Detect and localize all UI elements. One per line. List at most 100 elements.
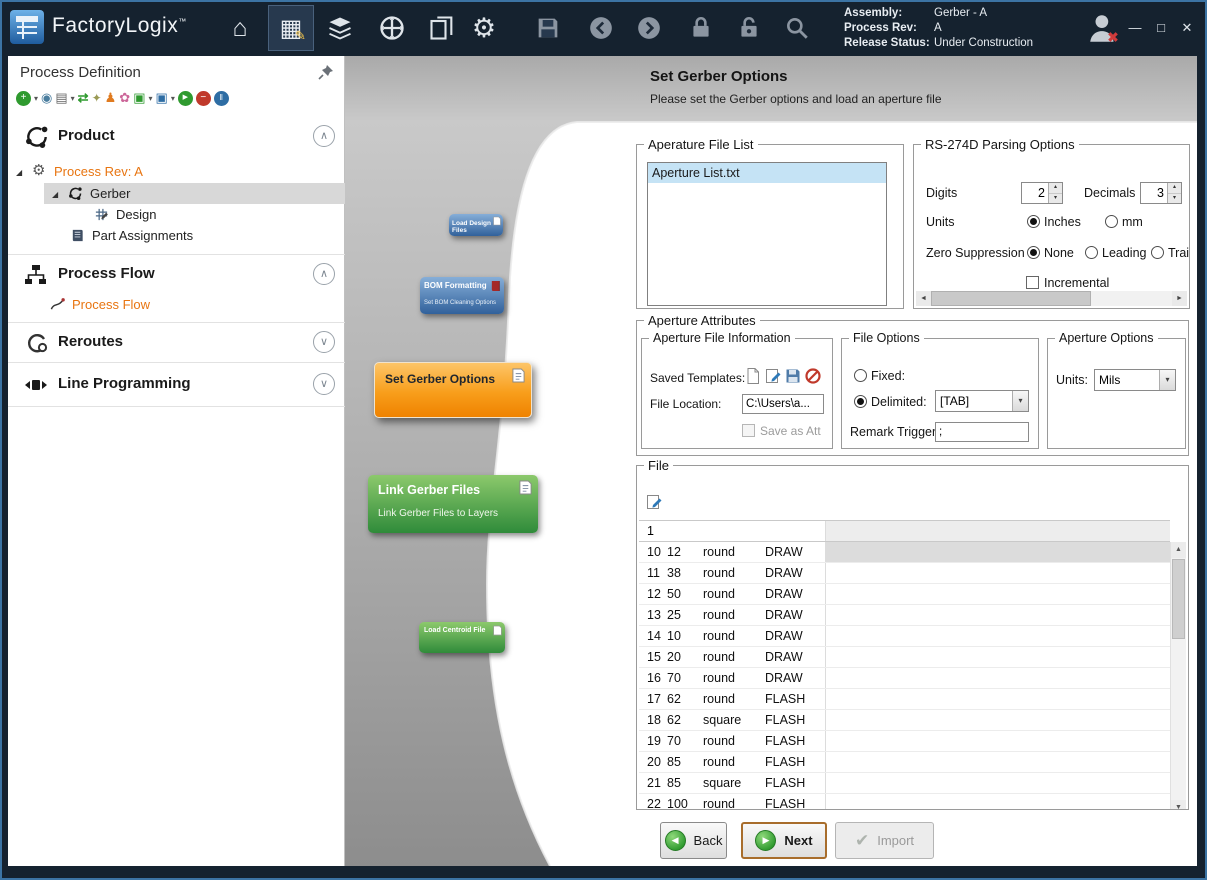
layers-icon[interactable] xyxy=(326,14,354,42)
collapse-product-button[interactable]: ∧ xyxy=(313,125,335,147)
flow-node-load-design-files[interactable]: Load Design Files xyxy=(449,214,503,236)
gear-icon[interactable]: ⚙ xyxy=(468,12,500,44)
save-icon[interactable] xyxy=(536,16,560,40)
audit-search-icon[interactable] xyxy=(784,15,810,41)
delimiter-select[interactable]: [TAB] ▾ xyxy=(935,390,1029,412)
flow-node-set-gerber-options[interactable]: Set Gerber Options xyxy=(374,362,532,418)
file-grid-row[interactable]: 1862squareFLASH xyxy=(639,710,1170,731)
scroll-down-icon[interactable]: ▼ xyxy=(1171,800,1186,810)
forward-circle-icon[interactable] xyxy=(636,15,662,41)
import-caret-icon[interactable]: ▾ xyxy=(171,94,175,103)
export-caret-icon[interactable]: ▾ xyxy=(149,94,153,103)
inches-radio[interactable] xyxy=(1027,215,1040,228)
print-icon[interactable]: ▤ xyxy=(55,90,67,106)
inches-radio-label[interactable]: Inches xyxy=(1044,215,1081,229)
collapse-process-flow-button[interactable]: ∧ xyxy=(313,263,335,285)
file-grid-row[interactable]: 1970roundFLASH xyxy=(639,731,1170,752)
next-button[interactable]: ▶ Next xyxy=(741,822,827,859)
file-location-input[interactable]: C:\Users\a... xyxy=(742,394,824,414)
flow-node-link-gerber-files[interactable]: Link Gerber Files Link Gerber Files to L… xyxy=(368,475,538,533)
fixed-radio[interactable] xyxy=(854,369,867,382)
file-grid-row[interactable]: 1012roundDRAW xyxy=(639,542,1170,563)
sidebar-section-line-programming[interactable]: Line Programming ∨ xyxy=(8,370,345,400)
file-grid-row[interactable]: 1762roundFLASH xyxy=(639,689,1170,710)
parsing-horizontal-scrollbar[interactable]: ◄ ► xyxy=(916,291,1187,306)
import-button[interactable]: ✔ Import xyxy=(835,822,934,859)
aperture-file-listbox[interactable]: Aperture List.txt xyxy=(647,162,887,306)
file-grid-row[interactable]: 22100roundFLASH xyxy=(639,794,1170,810)
pin-icon[interactable] xyxy=(318,64,334,80)
tree-item-part-assignments[interactable]: Part Assignments xyxy=(92,225,193,246)
remove-icon[interactable]: − xyxy=(196,91,211,106)
file-grid-row[interactable]: 2185squareFLASH xyxy=(639,773,1170,794)
scroll-thumb[interactable] xyxy=(1172,559,1185,639)
flow-node-bom-formatting[interactable]: BOM Formatting Set BOM Cleaning Options xyxy=(420,277,504,314)
file-grid-row[interactable]: 1670roundDRAW xyxy=(639,668,1170,689)
home-icon[interactable]: ⌂ xyxy=(224,12,256,44)
compass-navigate-icon[interactable] xyxy=(378,14,406,42)
file-grid-row[interactable]: 1250roundDRAW xyxy=(639,584,1170,605)
tree-item-process-rev[interactable]: Process Rev: A xyxy=(54,161,143,182)
operator-icon[interactable]: ♟ xyxy=(105,90,117,106)
pause-icon[interactable]: ‖ xyxy=(214,91,229,106)
new-template-icon[interactable] xyxy=(744,367,762,385)
expand-reroutes-button[interactable]: ∨ xyxy=(313,331,335,353)
process-definition-tab-icon[interactable]: ▦ ✎ xyxy=(268,5,314,51)
zero-none-radio[interactable] xyxy=(1027,246,1040,259)
save-template-icon[interactable] xyxy=(784,367,802,385)
scroll-right-icon[interactable]: ► xyxy=(1172,291,1187,306)
add-caret-icon[interactable]: ▾ xyxy=(34,94,38,103)
delete-template-icon[interactable] xyxy=(804,367,822,385)
spin-up-icon[interactable]: ▴ xyxy=(1168,183,1181,193)
file-grid-row[interactable]: 1520roundDRAW xyxy=(639,647,1170,668)
file-grid-row[interactable]: 2085roundFLASH xyxy=(639,752,1170,773)
back-circle-icon[interactable] xyxy=(588,15,614,41)
unlock-icon[interactable] xyxy=(736,15,762,41)
save-as-attachment-checkbox[interactable] xyxy=(742,424,755,437)
scroll-thumb[interactable] xyxy=(931,291,1091,306)
sync-icon[interactable]: ⇄ xyxy=(78,90,89,106)
remark-trigger-input[interactable]: ; xyxy=(935,422,1029,442)
digits-spinner[interactable]: 2 ▴▾ xyxy=(1021,182,1063,204)
tree-item-process-flow[interactable]: Process Flow xyxy=(72,294,150,315)
tree-item-gerber[interactable]: ◢ Gerber xyxy=(44,183,345,204)
zero-trailing-radio[interactable] xyxy=(1151,246,1164,259)
lamp-icon[interactable]: ✦ xyxy=(92,91,102,105)
print-caret-icon[interactable]: ▾ xyxy=(71,94,75,103)
edit-file-icon[interactable] xyxy=(645,493,663,511)
sidebar-section-product[interactable]: Product ∧ xyxy=(8,122,345,152)
zero-trailing-label[interactable]: Traili xyxy=(1168,246,1190,260)
chevron-down-icon[interactable]: ▾ xyxy=(1159,370,1175,390)
spin-down-icon[interactable]: ▾ xyxy=(1168,193,1181,204)
scroll-track[interactable] xyxy=(931,291,1172,306)
zero-leading-radio[interactable] xyxy=(1085,246,1098,259)
mm-radio[interactable] xyxy=(1105,215,1118,228)
maximize-button[interactable]: □ xyxy=(1150,18,1172,38)
delimited-radio[interactable] xyxy=(854,395,867,408)
add-step-icon[interactable]: + xyxy=(16,91,31,106)
back-button[interactable]: ◀ Back xyxy=(660,822,727,859)
export-steps-icon[interactable]: ▣ xyxy=(133,90,145,106)
spin-up-icon[interactable]: ▴ xyxy=(1049,183,1062,193)
flower-icon[interactable]: ✿ xyxy=(119,90,130,106)
expander-icon[interactable]: ◢ xyxy=(52,190,58,199)
scroll-left-icon[interactable]: ◄ xyxy=(916,291,931,306)
delimited-radio-label[interactable]: Delimited: xyxy=(871,395,927,409)
chevron-down-icon[interactable]: ▾ xyxy=(1012,391,1028,411)
sidebar-section-reroutes[interactable]: Reroutes ∨ xyxy=(8,328,345,358)
sidebar-section-process-flow[interactable]: Process Flow ∧ xyxy=(8,260,345,290)
file-grid-header-cell[interactable]: 1 xyxy=(639,521,825,541)
incremental-checkbox[interactable] xyxy=(1026,276,1039,289)
file-grid-row[interactable]: 1325roundDRAW xyxy=(639,605,1170,626)
incremental-label[interactable]: Incremental xyxy=(1044,276,1109,290)
edit-template-icon[interactable] xyxy=(764,367,782,385)
close-button[interactable]: ✕ xyxy=(1176,18,1198,38)
minimize-button[interactable]: — xyxy=(1124,18,1146,38)
aperture-file-item[interactable]: Aperture List.txt xyxy=(648,163,886,183)
expand-line-programming-button[interactable]: ∨ xyxy=(313,373,335,395)
decimals-spinner[interactable]: 3 ▴▾ xyxy=(1140,182,1182,204)
import-steps-icon[interactable]: ▣ xyxy=(156,90,168,106)
zero-leading-label[interactable]: Leading xyxy=(1102,246,1147,260)
documents-icon[interactable] xyxy=(428,14,456,42)
fixed-radio-label[interactable]: Fixed: xyxy=(871,369,905,383)
